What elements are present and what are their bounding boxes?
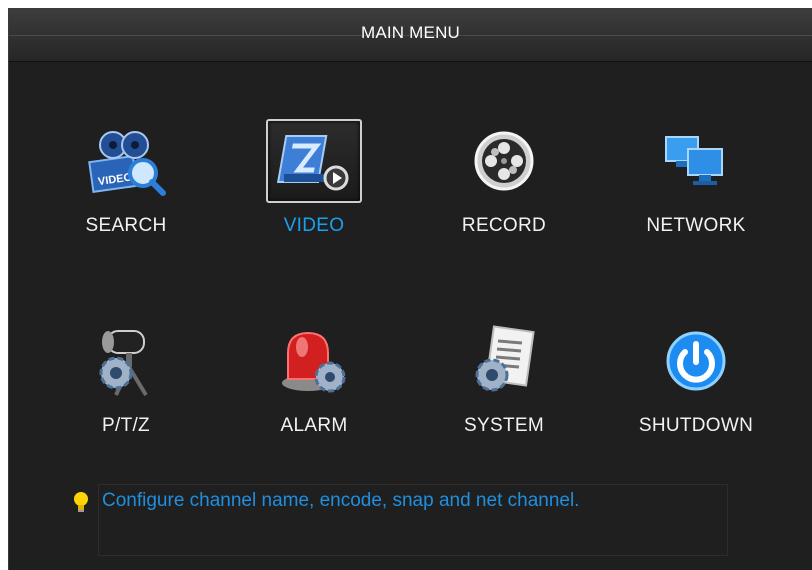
menu-item-video[interactable]: VIDEO [239, 119, 389, 259]
hint-text: Configure channel name, encode, snap and… [102, 490, 580, 511]
menu-item-record[interactable]: RECORD [429, 119, 579, 259]
window-title: MAIN MENU [360, 23, 461, 42]
shutdown-icon [648, 319, 744, 403]
alarm-icon [266, 319, 362, 403]
menu-item-label: NETWORK [646, 215, 746, 236]
menu-item-label: ALARM [280, 415, 348, 436]
menu-item-alarm[interactable]: ALARM [239, 319, 389, 459]
record-icon [456, 119, 552, 203]
search-icon: VIDEO [78, 119, 174, 203]
video-icon [266, 119, 362, 203]
title-bar: MAIN MENU [9, 9, 812, 62]
system-icon [456, 319, 552, 403]
menu-item-shutdown[interactable]: SHUTDOWN [621, 319, 771, 459]
menu-item-label: SEARCH [85, 215, 167, 236]
ptz-icon [78, 319, 174, 403]
menu-item-system[interactable]: SYSTEM [429, 319, 579, 459]
menu-item-label: SHUTDOWN [638, 415, 754, 436]
menu-item-label: P/T/Z [102, 415, 150, 436]
network-icon [648, 119, 744, 203]
menu-item-ptz[interactable]: P/T/Z [51, 319, 201, 459]
menu-item-search[interactable]: VIDEO SEARCH [51, 119, 201, 259]
menu-item-label: RECORD [461, 215, 547, 236]
menu-item-network[interactable]: NETWORK [621, 119, 771, 259]
menu-item-label: VIDEO [283, 215, 345, 236]
lightbulb-icon [72, 490, 90, 514]
menu-item-label: SYSTEM [464, 415, 544, 436]
